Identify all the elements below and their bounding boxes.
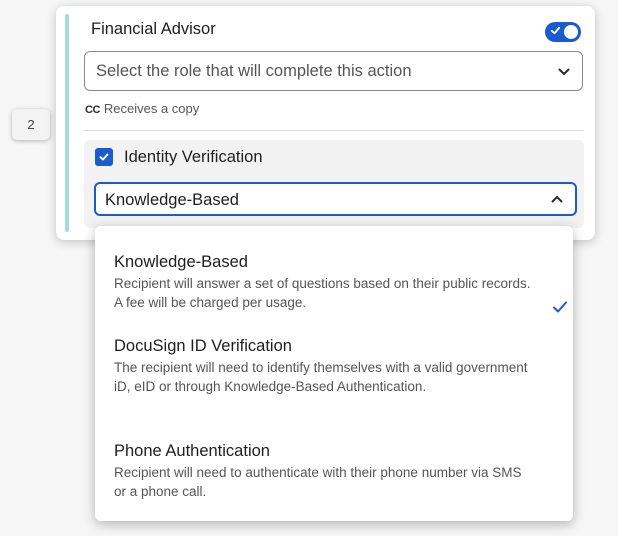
verification-method-select[interactable]: Knowledge-Based [94,182,577,216]
option-title: Phone Authentication [114,442,270,460]
step-number: 2 [27,117,35,132]
recipient-role-title: Financial Advisor [91,20,216,38]
cc-receives-copy: CC Receives a copy [85,101,199,116]
checkmark-icon [99,153,109,161]
verification-method-value: Knowledge-Based [105,191,239,209]
option-title: Knowledge-Based [114,253,248,271]
option-title: DocuSign ID Verification [114,337,292,355]
option-description: Recipient will answer a set of questions… [114,276,531,310]
toggle-check-icon [550,26,561,35]
verification-method-dropdown: Knowledge-Based Recipient will answer a … [95,226,573,521]
option-description: The recipient will need to identify them… [114,360,528,394]
checkmark-icon [553,301,567,313]
identity-verification-checkbox[interactable] [95,148,113,166]
option-description: Recipient will need to authenticate with… [114,465,522,499]
step-number-badge: 2 [12,109,50,140]
chevron-up-icon [551,196,563,203]
chevron-down-icon [558,68,570,75]
option-knowledge-based[interactable]: Knowledge-Based Recipient will answer a … [114,252,567,313]
toggle-knob [564,25,578,39]
cc-label: Receives a copy [103,101,200,116]
recipient-toggle[interactable] [545,22,581,42]
cc-icon: CC [85,104,100,116]
option-docusign-id-verification[interactable]: DocuSign ID Verification The recipient w… [114,336,534,396]
role-select[interactable]: Select the role that will complete this … [84,51,583,91]
role-select-placeholder: Select the role that will complete this … [96,62,412,80]
identity-verification-label: Identity Verification [124,148,263,166]
divider [84,130,584,131]
option-phone-authentication[interactable]: Phone Authentication Recipient will need… [114,441,534,501]
recipient-accent-bar [65,14,69,232]
screen: 2 Financial Advisor Select the role that… [0,0,618,536]
